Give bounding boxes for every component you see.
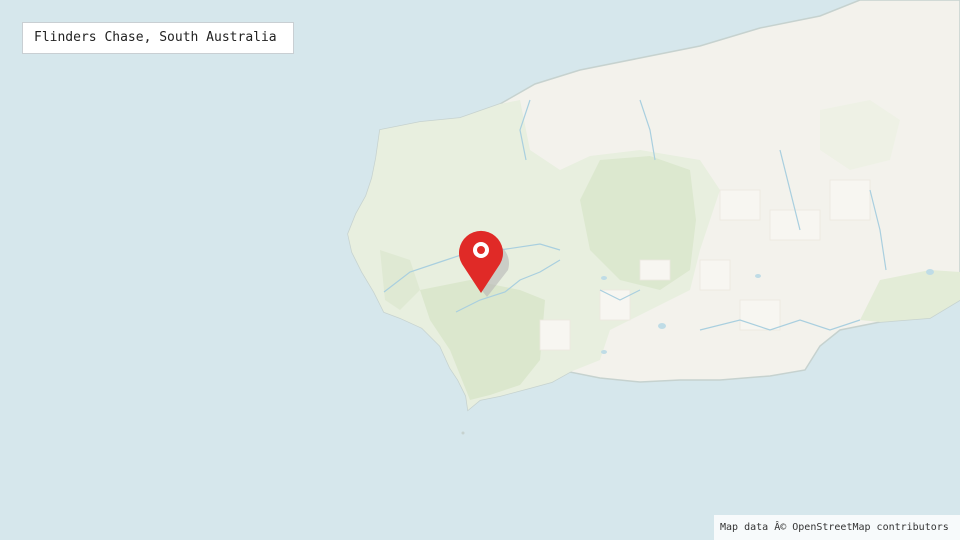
attribution-copyright: Â©: [774, 522, 787, 533]
place-label: Flinders Chase, South Australia: [22, 22, 294, 54]
attribution-link[interactable]: OpenStreetMap contributors: [786, 522, 949, 533]
location-pin-dot: [477, 246, 485, 254]
map-attribution: Map data Â© OpenStreetMap contributors: [714, 515, 960, 540]
offshore-rock: [461, 431, 465, 435]
attribution-prefix: Map data: [720, 522, 775, 533]
map-canvas[interactable]: [0, 0, 960, 540]
